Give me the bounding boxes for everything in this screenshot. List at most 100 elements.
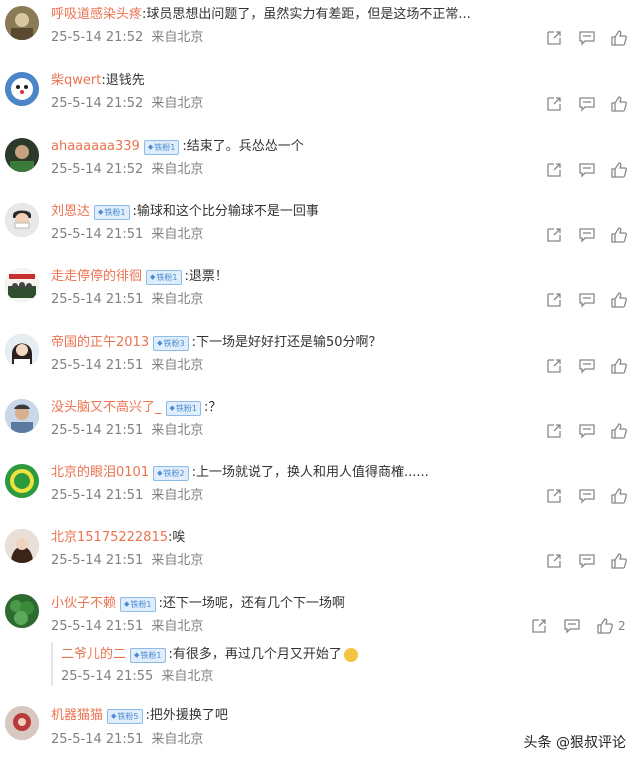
comment-line: ahaaaaaa339 ◆ 铁粉1:结束了。兵怂怂一个 [51,138,304,156]
comment-item: 呼吸道感染头疼:球员思想出问题了，虽然实力有差距，但是这场不正常... 25-5… [0,0,640,64]
share-icon[interactable] [545,487,563,505]
comment-text: :结束了。兵怂怂一个 [182,139,304,154]
comment-meta: 25-5-14 21:51 来自北京 [51,731,203,749]
comment-username[interactable]: ahaaaaaa339 [51,138,140,156]
like-icon[interactable] [610,29,628,47]
avatar[interactable] [5,399,39,433]
like-icon[interactable] [610,226,628,244]
avatar[interactable] [5,6,39,40]
share-icon[interactable] [545,95,563,113]
comment-item: 小伙子不赖 ◆ 铁粉1:还下一场呢，还有几个下一场啊 25-5-14 21:51 来自… [0,590,640,698]
avatar[interactable] [5,706,39,740]
comment-icon[interactable] [578,357,596,375]
comment-icon[interactable] [578,226,596,244]
comment-date: 25-5-14 21:52 [51,96,144,111]
fan-badge-icon: ◆ [124,599,130,608]
comment-meta: 25-5-14 21:51 来自北京 [51,357,203,375]
comment-source: 来自北京 [151,488,204,503]
comment-meta: 25-5-14 21:51 来自北京 [51,291,203,309]
comment-text: :下一场是好好打还是输50分啊？ [191,335,382,350]
avatar[interactable] [5,464,39,498]
comment-meta: 25-5-14 21:52 来自北京 [51,95,203,113]
share-icon[interactable] [545,422,563,440]
like-icon[interactable] [610,161,628,179]
avatar[interactable] [5,72,39,106]
comment-text: :还下一场呢，还有几个下一场啊 [158,596,345,611]
like-icon[interactable] [610,95,628,113]
comment-meta: 25-5-14 21:52 来自北京 [51,29,203,47]
avatar[interactable] [5,529,39,563]
comment-line: 帝国的正午2013 ◆ 铁粉3:下一场是好好打还是输50分啊？ [51,334,382,352]
comment-meta: 25-5-14 21:51 来自北京 [51,226,203,244]
like-icon[interactable] [610,357,628,375]
comment-username[interactable]: 帝国的正午2013 [51,334,149,352]
comment-meta: 25-5-14 21:51 来自北京 [51,618,203,636]
share-icon[interactable] [545,357,563,375]
fan-badge-label: 铁粉1 [156,272,178,282]
avatar[interactable] [5,334,39,368]
comment-date: 25-5-14 21:51 [51,553,144,568]
fan-badge-label: 铁粉1 [140,650,162,660]
comment-username[interactable]: 柴qwert [51,72,101,90]
share-icon[interactable] [530,617,548,635]
comment-icon[interactable] [578,552,596,570]
comment-item: 北京15175222815:唉 25-5-14 21:51 来自北京 [0,524,640,590]
like-icon[interactable] [610,552,628,570]
comment-source: 来自北京 [151,162,204,177]
fan-badge: ◆ 铁粉1 [165,400,201,416]
comment-username[interactable]: 北京15175222815 [51,529,168,547]
share-icon[interactable] [545,226,563,244]
like-icon[interactable] [596,617,614,635]
comment-item: 刘恩达 ◆ 铁粉1 :输球和这个比分输球不是一回事 25-5-14 21:51 来自北京 [0,196,640,262]
reply-source: 来自北京 [161,669,214,684]
reply-username[interactable]: 二爷儿的二 [61,646,126,664]
comment-username[interactable]: 走走停停的徘徊 [51,268,142,286]
comment-date: 25-5-14 21:51 [51,292,144,307]
avatar[interactable] [5,203,39,237]
share-icon[interactable] [545,161,563,179]
comment-username[interactable]: 没头脑又不高兴了_ [51,399,162,417]
fan-badge-label: 铁粉5 [117,711,139,721]
share-icon[interactable] [545,291,563,309]
fan-badge-label: 铁粉1 [175,403,197,413]
like-icon[interactable] [610,487,628,505]
comment-icon[interactable] [578,291,596,309]
comment-source: 来自北京 [151,30,204,45]
reply-item: 二爷儿的二 ◆ 铁粉1:有很多，再过几个月又开始了 25-5-14 21:55 来自北… [51,642,573,686]
comment-username[interactable]: 北京的眼泪0101 [51,464,149,482]
fan-badge: ◆ 铁粉1 [130,647,166,663]
avatar[interactable] [5,594,39,628]
comment-icon[interactable] [578,422,596,440]
fan-badge-label: 铁粉1 [104,207,126,217]
comment-icon[interactable] [563,617,581,635]
fan-badge-icon: ◆ [98,207,104,216]
comment-icon[interactable] [578,487,596,505]
comment-text: :输球和这个比分输球不是一回事 [132,204,319,219]
fan-badge-icon: ◆ [147,142,154,151]
comment-date: 25-5-14 21:51 [51,732,144,747]
comment-text: :上一场就说了，换人和用人值得商榷...... [191,465,429,480]
comment-date: 25-5-14 21:51 [51,423,144,438]
comment-icon[interactable] [578,95,596,113]
comment-username[interactable]: 机器猫猫 [51,707,103,725]
share-icon[interactable] [545,552,563,570]
comment-username[interactable]: 刘恩达 [51,203,90,221]
fan-badge-icon: ◆ [111,711,117,720]
comment-username[interactable]: 小伙子不赖 [51,595,116,613]
comment-icon[interactable] [578,161,596,179]
avatar[interactable] [5,268,39,302]
comment-meta: 25-5-14 21:52 来自北京 [51,161,203,179]
watermark: 头条 @狠叔评论 [523,735,626,751]
comment-username[interactable]: 呼吸道感染头疼 [51,6,142,24]
avatar[interactable] [5,138,39,172]
comment-meta: 25-5-14 21:51 来自北京 [51,552,203,570]
comment-item: 柴qwert:退钱先 25-5-14 21:52 来自北京 [0,64,640,130]
comment-icon[interactable] [578,29,596,47]
comment-item: ahaaaaaa339 ◆ 铁粉1:结束了。兵怂怂一个 25-5-14 21:52 来… [0,130,640,196]
fan-badge-icon: ◆ [169,403,175,412]
fan-badge: ◆ 铁粉5 [107,708,143,724]
like-icon[interactable] [610,291,628,309]
share-icon[interactable] [545,29,563,47]
comment-line: 北京的眼泪0101 ◆ 铁粉2:上一场就说了，换人和用人值得商榷...... [51,464,429,482]
like-icon[interactable] [610,422,628,440]
